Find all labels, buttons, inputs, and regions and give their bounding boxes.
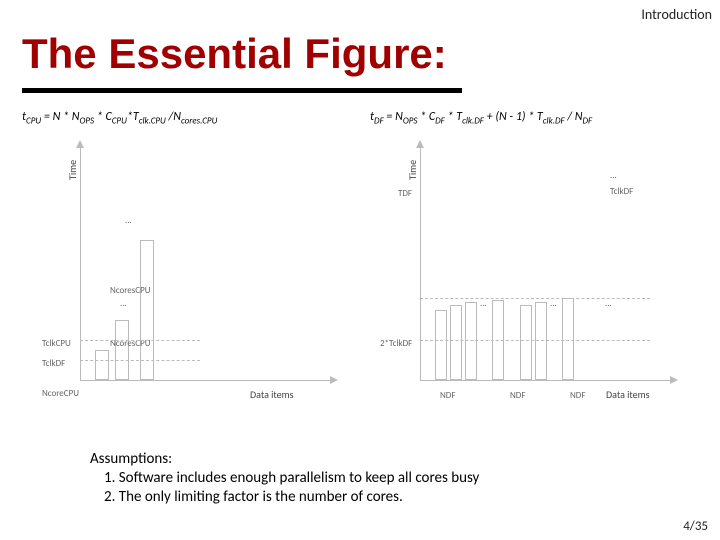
tick-tclkcpu: TclkCPU: [42, 338, 71, 349]
ellipsis-r: ...: [610, 170, 617, 181]
assumption-2: 2. The only limiting factor is the numbe…: [90, 488, 479, 507]
bar-2: [115, 320, 129, 380]
bar-ncores: [140, 240, 154, 380]
chart-cpu: Time Data items ... NcoresCPU ... TclkCP…: [40, 140, 340, 420]
x-axis: [420, 380, 670, 381]
bar-r2: [450, 305, 462, 380]
assumption-1: 1. Software includes enough parallelism …: [90, 469, 479, 488]
bar-1: [95, 350, 109, 380]
y-arrow-icon: [416, 140, 424, 148]
x-arrow-icon: [330, 376, 338, 384]
ellipsis-2: ...: [120, 298, 127, 309]
tick-tclkdf-r: TclkDF: [610, 186, 633, 197]
bar-r1: [435, 310, 447, 380]
y-axis: [80, 145, 81, 380]
assumptions-block: Assumptions: 1. Software includes enough…: [90, 450, 479, 506]
x-arrow-icon: [670, 376, 678, 384]
bar-r6: [535, 302, 547, 380]
formula-df: tDF = NOPS * CDF * Tclk.DF + (N - 1) * T…: [370, 110, 592, 126]
assumptions-heading: Assumptions:: [90, 450, 479, 469]
ellipsis: ...: [125, 215, 132, 226]
guide-line-r2: [420, 340, 650, 341]
bar-r3: [465, 302, 477, 380]
ellipsis-r4: ...: [605, 298, 612, 309]
x-axis: [80, 380, 330, 381]
charts-container: Time Data items ... NcoresCPU ... TclkCP…: [30, 140, 690, 430]
tick-2tclkdf: 2*TclkDF: [380, 338, 412, 349]
chart-df: Time Data items TDF ... TclkDF ... ... .…: [380, 140, 680, 420]
tick-tclkdf: TclkDF: [42, 358, 65, 369]
title-underline: [22, 88, 462, 93]
tick-tdf: TDF: [398, 188, 412, 199]
y-axis-label: Time: [406, 160, 419, 180]
guide-line-r1: [420, 298, 650, 299]
x-tick-ndf3: NDF: [570, 390, 585, 401]
y-axis: [420, 145, 421, 380]
x-tick-ndf1: NDF: [440, 390, 455, 401]
guide-line: [80, 340, 200, 341]
guide-line-2: [80, 360, 200, 361]
x-axis-label: Data items: [606, 388, 650, 401]
tick-ncorescpu: NcoresCPU: [110, 285, 151, 296]
x-axis-label: Data items: [250, 388, 294, 401]
slide-title: The Essential Figure:: [22, 30, 447, 78]
bar-r7: [562, 298, 574, 380]
ellipsis-r2: ...: [480, 298, 487, 309]
ellipsis-r3: ...: [550, 298, 557, 309]
y-axis-label: Time: [66, 160, 79, 180]
x-tick-ndf2: NDF: [510, 390, 525, 401]
formula-cpu: tCPU = N * NOPS * CCPU*Tclk.CPU /Ncores.…: [22, 110, 217, 126]
tick-ncorecpu-x: NcoreCPU: [42, 388, 79, 399]
bar-r5: [520, 305, 532, 380]
section-header: Introduction: [641, 6, 712, 23]
y-arrow-icon: [76, 140, 84, 148]
page-number: 4/35: [683, 519, 708, 534]
